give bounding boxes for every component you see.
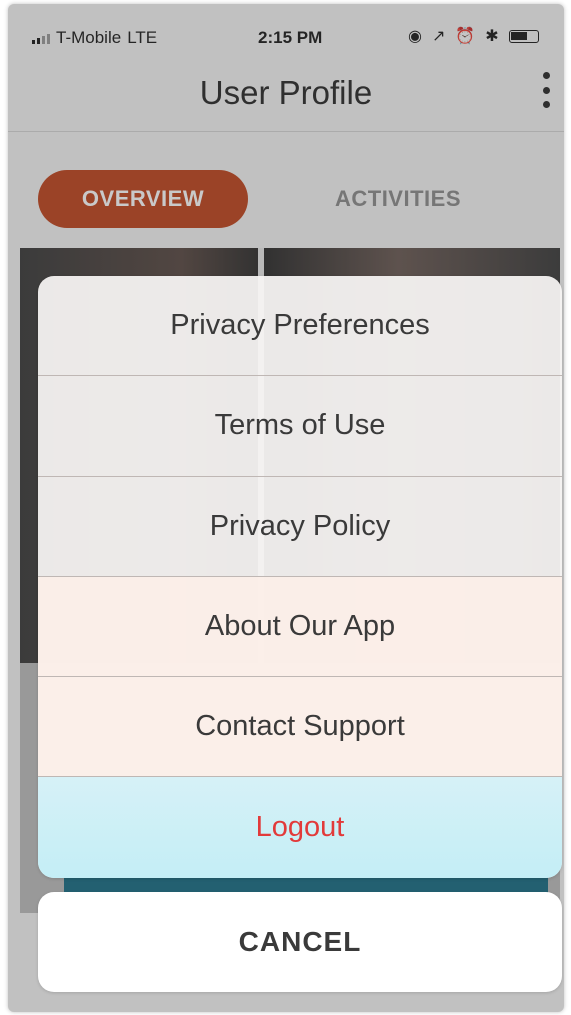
contact-support-button[interactable]: Contact Support: [38, 677, 562, 778]
cancel-button[interactable]: CANCEL: [38, 892, 562, 992]
terms-of-use-button[interactable]: Terms of Use: [38, 376, 562, 477]
about-our-app-button[interactable]: About Our App: [38, 576, 562, 678]
phone-screen: T-Mobile LTE 2:15 PM ◉ ↗ ⏰ ✱ User Profil…: [8, 4, 564, 1012]
action-sheet: Privacy Preferences Terms of Use Privacy…: [38, 276, 562, 878]
logout-button[interactable]: Logout: [38, 777, 562, 878]
privacy-preferences-button[interactable]: Privacy Preferences: [38, 276, 562, 377]
privacy-policy-button[interactable]: Privacy Policy: [38, 477, 562, 577]
